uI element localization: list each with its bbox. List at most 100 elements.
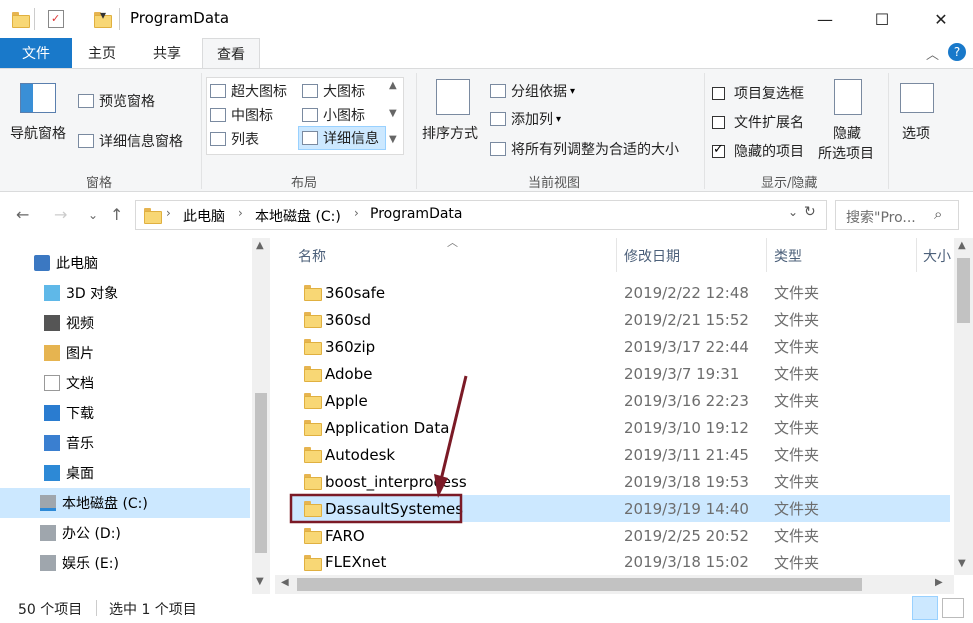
medium-icons-button[interactable]: 中图标 [210,105,273,125]
hidden-items-toggle[interactable]: 隐藏的项目 [712,141,804,161]
list-item[interactable]: Apple 2019/3/16 22:23 文件夹 [290,387,950,414]
extra-large-icons-button[interactable]: 超大图标 [210,81,287,101]
file-type: 文件夹 [774,473,820,491]
list-item[interactable]: FLEXnet 2019/3/18 15:02 文件夹 [290,549,950,575]
search-icon[interactable]: ⌕ [934,205,942,223]
vertical-scroll-thumb[interactable] [957,258,970,323]
scroll-down-icon[interactable]: ▼ [958,558,966,569]
list-item-selected[interactable]: DassaultSystemes 2019/3/19 14:40 文件夹 [290,495,950,522]
qat-dropdown-icon[interactable]: ▾ [100,8,106,22]
item-checkboxes-checkbox[interactable] [712,86,725,100]
preview-pane-button[interactable]: 预览窗格 [78,91,155,111]
nav-item-this-pc[interactable]: 此电脑 [0,248,250,278]
group-label-current-view: 当前视图 [528,176,581,191]
scroll-up-icon[interactable]: ▲ [256,240,264,251]
details-view-toggle-icon[interactable] [912,596,938,620]
list-view-button[interactable]: 列表 [210,129,259,149]
column-name-header[interactable]: 名称 [298,246,326,266]
nav-scroll-thumb[interactable] [255,393,267,553]
gallery-scroll-down-icon[interactable]: ▼ [389,108,397,119]
back-arrow-icon[interactable]: ← [16,205,29,224]
nav-item-drive-e[interactable]: 娱乐 (E:) [0,548,250,578]
nav-item-videos[interactable]: 视频 [0,308,250,338]
minimize-button[interactable]: — [802,0,848,38]
documents-icon [44,375,60,391]
breadcrumb-this-pc[interactable]: 此电脑 [183,206,225,226]
nav-item-downloads[interactable]: 下载 [0,398,250,428]
tab-view[interactable]: 查看 [202,38,260,69]
list-item[interactable]: boost_interprocess 2019/3/18 19:53 文件夹 [290,468,950,495]
window-title: ProgramData [130,9,230,27]
breadcrumb-local-disk[interactable]: 本地磁盘 (C:) [255,206,341,226]
nav-item-drive-d[interactable]: 办公 (D:) [0,518,250,548]
list-item[interactable]: Application Data 2019/3/10 19:12 文件夹 [290,414,950,441]
group-by-button[interactable]: 分组依据 ▾ [490,81,575,101]
sort-by-button[interactable]: 排序方式 [422,77,486,157]
details-pane-button[interactable]: 详细信息窗格 [78,131,183,151]
file-date: 2019/3/19 14:40 [624,499,749,518]
list-item[interactable]: FARO 2019/2/25 20:52 文件夹 [290,522,950,549]
gallery-expand-icon[interactable]: ▼ [389,134,397,145]
nav-item-documents[interactable]: 文档 [0,368,250,398]
scroll-right-icon[interactable]: ▶ [935,577,943,588]
tab-file[interactable]: 文件 [0,38,72,68]
scroll-down-icon[interactable]: ▼ [256,576,264,587]
maximize-button[interactable]: ☐ [859,0,905,38]
size-all-columns-button[interactable]: 将所有列调整为合适的大小 [490,139,679,159]
hide-selected-label-1: 隐藏 [833,126,861,142]
file-date: 2019/2/25 20:52 [624,526,749,545]
details-view-button[interactable]: 详细信息 [298,126,386,150]
folder-icon [304,285,322,301]
options-button[interactable]: 选项 [896,77,940,157]
tab-home[interactable]: 主页 [74,38,130,68]
nav-pane-button[interactable]: 导航窗格 [10,79,72,159]
nav-item-music[interactable]: 音乐 [0,428,250,458]
refresh-icon[interactable]: ↻ [804,204,816,220]
large-icons-toggle-icon[interactable] [942,598,964,618]
large-icons-icon [302,84,318,98]
column-type-header[interactable]: 类型 [774,246,802,266]
file-extensions-toggle[interactable]: 文件扩展名 [712,112,804,132]
nav-item-pictures[interactable]: 图片 [0,338,250,368]
column-size-header[interactable]: 大小 [923,246,951,266]
up-arrow-icon[interactable]: ↑ [110,205,123,224]
column-date-header[interactable]: 修改日期 [624,246,680,266]
close-button[interactable]: ✕ [918,0,964,38]
search-input[interactable]: 搜索"Pro... ⌕ [835,200,959,230]
nav-item-label: 桌面 [66,466,94,482]
list-item[interactable]: Adobe 2019/3/7 19:31 文件夹 [290,360,950,387]
scroll-up-icon[interactable]: ▲ [958,240,966,251]
breadcrumb-programdata[interactable]: ProgramData [370,206,463,222]
file-type: 文件夹 [774,500,820,518]
item-checkboxes-toggle[interactable]: 项目复选框 [712,83,804,103]
add-columns-button[interactable]: 添加列 ▾ [490,109,561,129]
folder-icon [304,447,322,463]
properties-icon[interactable]: ✓ [48,10,64,28]
tab-share[interactable]: 共享 [139,38,195,68]
nav-item-3d-objects[interactable]: 3D 对象 [0,278,250,308]
small-icons-button[interactable]: 小图标 [302,105,365,125]
scroll-left-icon[interactable]: ◀ [281,577,289,588]
nav-item-local-disk-c[interactable]: 本地磁盘 (C:) [0,488,250,518]
help-icon[interactable]: ? [948,43,966,61]
hide-selected-button[interactable]: 隐藏 所选项目 [816,77,882,167]
list-item[interactable]: Autodesk 2019/3/11 21:45 文件夹 [290,441,950,468]
nav-item-desktop[interactable]: 桌面 [0,458,250,488]
address-dropdown-icon[interactable]: ⌄ [788,205,798,219]
horizontal-scroll-thumb[interactable] [297,578,862,591]
add-columns-icon [490,112,506,126]
recent-locations-icon[interactable]: ⌄ [88,208,98,222]
list-item[interactable]: 360sd 2019/2/21 15:52 文件夹 [290,306,950,333]
large-icons-button[interactable]: 大图标 [302,81,365,101]
list-item[interactable]: 360zip 2019/3/17 22:44 文件夹 [290,333,950,360]
file-date: 2019/3/18 19:53 [624,472,749,491]
file-extensions-checkbox[interactable] [712,115,725,129]
file-type: 文件夹 [774,446,820,464]
details-view-label: 详细信息 [323,131,379,147]
gallery-scroll-up-icon[interactable]: ▲ [389,80,397,91]
list-item[interactable]: 360safe 2019/2/22 12:48 文件夹 [290,279,950,306]
address-bar[interactable]: › 此电脑 › 本地磁盘 (C:) › ProgramData ⌄ ↻ [135,200,827,230]
forward-arrow-icon[interactable]: → [54,205,67,224]
collapse-ribbon-icon[interactable]: ︿ [926,44,939,63]
hidden-items-checkbox[interactable] [712,142,725,158]
